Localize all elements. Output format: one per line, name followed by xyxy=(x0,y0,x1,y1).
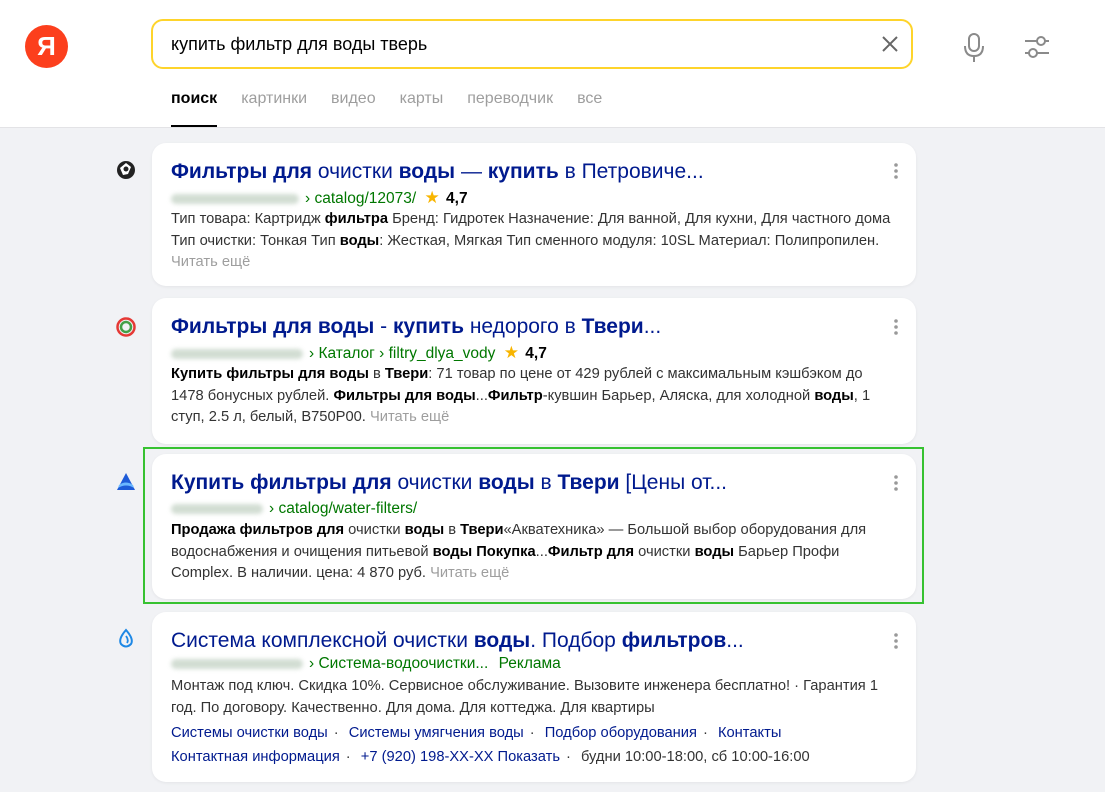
result-title[interactable]: Фильтры для воды - купить недорого в Тве… xyxy=(171,314,871,340)
result-snippet: Монтаж под ключ. Скидка 10%. Сервисное о… xyxy=(171,676,896,719)
sitelinks: Системы очистки воды · Системы умягчения … xyxy=(171,725,782,741)
phone-link[interactable]: +7 (920) 198-XX-XX Показать xyxy=(361,749,560,765)
tab-images[interactable]: картинки xyxy=(241,90,307,127)
result-breadcrumb[interactable]: catalog/12073/ xyxy=(314,190,416,207)
read-more-link[interactable]: Читать ещё xyxy=(370,409,449,425)
search-input[interactable] xyxy=(171,21,851,67)
domain-blurred xyxy=(171,193,299,204)
sitelink[interactable]: Системы умягчения воды xyxy=(349,725,524,741)
snippet-text: Монтаж под ключ. Скидка 10%. Сервисное о… xyxy=(171,678,878,716)
sitelink[interactable]: Подбор оборудования xyxy=(545,725,697,741)
result-breadcrumb[interactable]: Система-водоочистки... xyxy=(318,655,488,672)
microphone-icon[interactable] xyxy=(962,32,986,64)
result-url[interactable]: › Система-водоочистки... Реклама xyxy=(171,654,561,674)
result-url[interactable]: › Каталог › filtry_dlya_vody ★ 4,7 xyxy=(171,343,547,364)
result-title[interactable]: Система комплексной очистки воды. Подбор… xyxy=(171,628,871,654)
search-result-4-ad: Система комплексной очистки воды. Подбор… xyxy=(152,612,916,782)
poryadok-favicon-icon xyxy=(116,317,136,337)
more-options-icon[interactable] xyxy=(893,318,899,336)
search-result-2: Фильтры для воды - купить недорого в Тве… xyxy=(152,298,916,444)
tab-translator[interactable]: переводчик xyxy=(467,90,553,127)
star-icon: ★ xyxy=(503,343,519,362)
result-breadcrumb[interactable]: Каталог › filtry_dlya_vody xyxy=(318,345,495,362)
search-tabs: поиск картинки видео карты переводчик вс… xyxy=(171,90,626,128)
filter-settings-icon[interactable] xyxy=(1023,34,1051,60)
snippet-text: Тип товара: Картридж фильтра Бренд: Гидр… xyxy=(171,211,891,249)
tab-video[interactable]: видео xyxy=(331,90,376,127)
more-options-icon[interactable] xyxy=(893,632,899,650)
more-options-icon[interactable] xyxy=(893,162,899,180)
aquatechnika-favicon-icon xyxy=(117,473,135,490)
result-snippet: Купить фильтры для воды в Твери: 71 това… xyxy=(171,364,896,429)
tab-all[interactable]: все xyxy=(577,90,602,127)
contact-info-link[interactable]: Контактная информация xyxy=(171,749,340,765)
contact-line: Контактная информация · +7 (920) 198-XX-X… xyxy=(171,749,810,765)
domain-blurred xyxy=(171,658,303,669)
domain-blurred xyxy=(171,348,303,359)
result-url[interactable]: › catalog/12073/ ★ 4,7 xyxy=(171,188,468,209)
result-snippet: Тип товара: Картридж фильтра Бренд: Гидр… xyxy=(171,209,896,274)
working-hours: будни 10:00-18:00, сб 10:00-16:00 xyxy=(580,749,810,765)
ad-label: Реклама xyxy=(498,655,561,672)
yandex-logo[interactable]: Я xyxy=(25,25,68,68)
search-box[interactable] xyxy=(151,19,913,69)
result-rating: 4,7 xyxy=(446,190,468,207)
result-title[interactable]: Фильтры для очистки воды — купить в Петр… xyxy=(171,159,871,185)
snippet-text: Купить фильтры для воды в Твери: 71 това… xyxy=(171,366,871,425)
sitelink[interactable]: Системы очистки воды xyxy=(171,725,328,741)
star-icon: ★ xyxy=(424,188,440,207)
tab-maps[interactable]: карты xyxy=(400,90,444,127)
petrovich-favicon-icon xyxy=(117,161,135,179)
search-header: Я поиск картинки видео карты переводчик … xyxy=(0,0,1105,128)
water-drop-favicon-icon xyxy=(119,628,133,648)
read-more-link[interactable]: Читать ещё xyxy=(171,254,250,270)
clear-icon[interactable] xyxy=(880,34,900,54)
highlight-frame xyxy=(143,447,924,604)
sitelink[interactable]: Контакты xyxy=(718,725,781,741)
search-result-1: Фильтры для очистки воды — купить в Петр… xyxy=(152,143,916,286)
tab-search[interactable]: поиск xyxy=(171,90,218,127)
result-rating: 4,7 xyxy=(525,345,547,362)
